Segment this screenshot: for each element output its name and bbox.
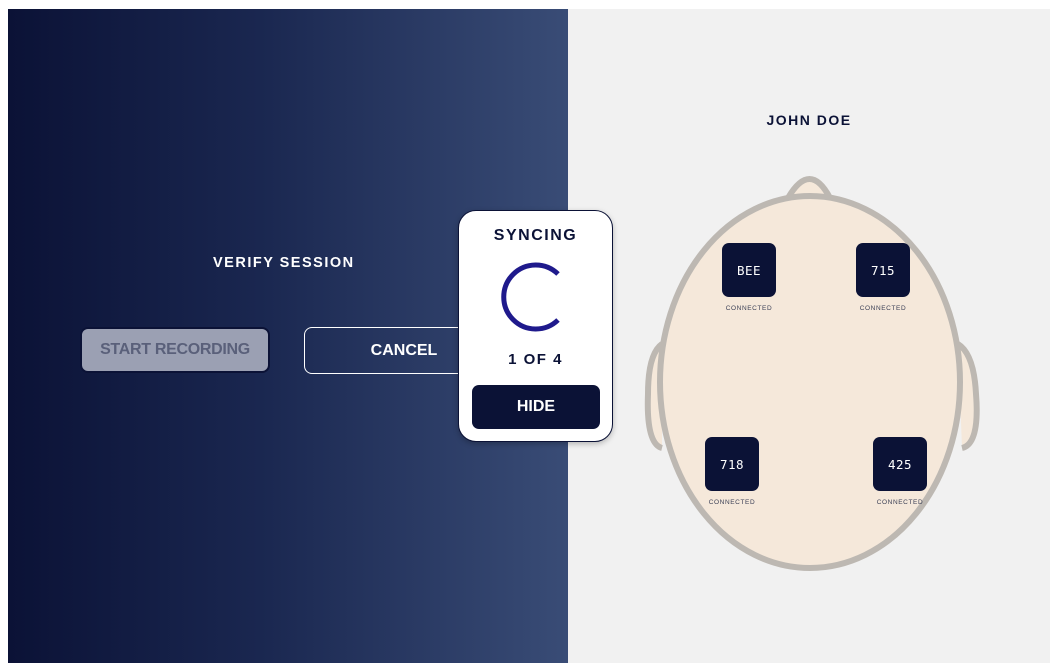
person-name: JOHN DOE xyxy=(766,112,852,128)
sensor-tile[interactable]: 715 xyxy=(856,243,910,297)
sensor-tile[interactable]: 718 xyxy=(705,437,759,491)
sensor-status: CONNECTED xyxy=(859,305,907,312)
sensor-tile[interactable]: 425 xyxy=(873,437,927,491)
sensor-status: CONNECTED xyxy=(708,499,756,506)
dialog-title: SYNCING xyxy=(493,227,578,244)
syncing-dialog: SYNCING 1 OF 4 HIDE xyxy=(458,210,613,442)
sensor-tile[interactable]: BEE xyxy=(722,243,776,297)
hide-button[interactable]: HIDE xyxy=(472,385,600,429)
sensor-status: CONNECTED xyxy=(876,499,924,506)
head-diagram xyxy=(644,176,980,571)
sync-progress: 1 OF 4 xyxy=(508,351,563,368)
sensor-status: CONNECTED xyxy=(725,305,773,312)
loading-spinner-icon xyxy=(501,262,560,332)
start-recording-button[interactable]: START RECORDING xyxy=(80,327,270,373)
